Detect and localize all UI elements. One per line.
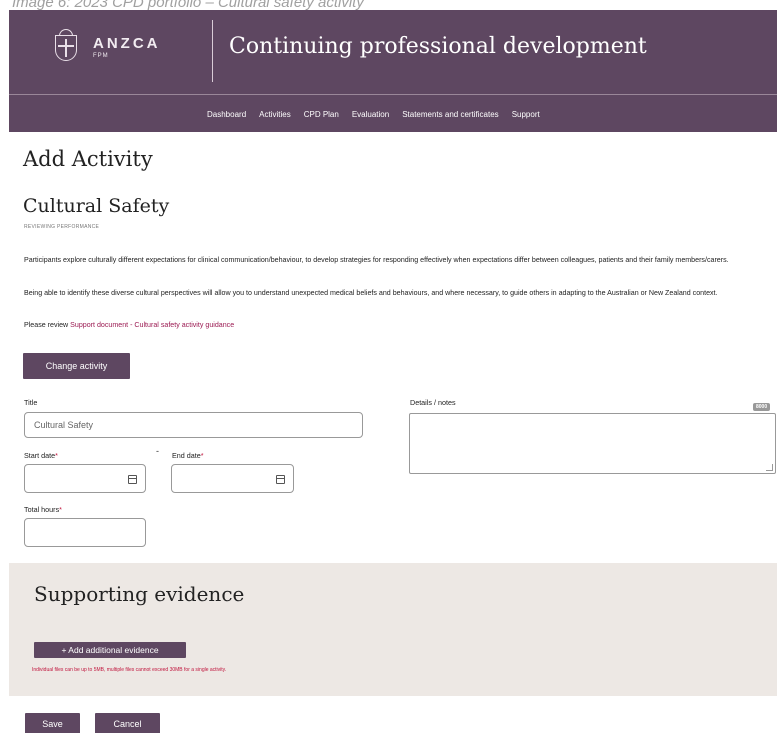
end-date-label: End date* xyxy=(172,451,204,460)
site-title: Continuing professional development xyxy=(229,34,647,59)
calendar-icon[interactable] xyxy=(276,475,285,484)
review-note: Please review Support document - Cultura… xyxy=(24,320,764,330)
nav-support[interactable]: Support xyxy=(512,110,540,119)
title-label: Title xyxy=(24,398,38,407)
start-date-label: Start date* xyxy=(24,451,58,460)
activity-description-1: Participants explore culturally differen… xyxy=(24,256,729,264)
brand-sub: FPM xyxy=(93,53,109,59)
calendar-icon[interactable] xyxy=(128,475,137,484)
nav-cpd-plan[interactable]: CPD Plan xyxy=(304,110,339,119)
header-rule xyxy=(9,94,777,95)
details-textarea[interactable] xyxy=(409,413,776,474)
nav-evaluation[interactable]: Evaluation xyxy=(352,110,389,119)
nav-dashboard[interactable]: Dashboard xyxy=(207,110,246,119)
details-label: Details / notes xyxy=(410,398,456,407)
resize-handle[interactable] xyxy=(766,464,773,471)
change-activity-button[interactable]: Change activity xyxy=(23,353,130,379)
evidence-title: Supporting evidence xyxy=(34,582,245,606)
activity-title: Cultural Safety xyxy=(23,195,170,217)
end-date-input[interactable] xyxy=(171,464,294,493)
start-date-input[interactable] xyxy=(24,464,146,493)
brand-name: ANZCA xyxy=(93,35,161,52)
anzca-logo[interactable]: ANZCA FPM xyxy=(49,28,161,68)
activity-description-2: Being able to identify these diverse cul… xyxy=(24,289,718,297)
save-button[interactable]: Save xyxy=(25,713,80,733)
title-input[interactable]: Cultural Safety xyxy=(24,412,363,438)
nav-statements[interactable]: Statements and certificates xyxy=(402,110,499,119)
total-hours-label: Total hours* xyxy=(24,505,62,514)
add-evidence-button[interactable]: + Add additional evidence xyxy=(34,642,186,658)
title-value: Cultural Safety xyxy=(34,420,94,430)
page-title: Add Activity xyxy=(23,147,153,171)
guidance-link[interactable]: Support document - Cultural safety activ… xyxy=(70,321,234,329)
anzca-crest-icon xyxy=(49,29,83,67)
header-divider xyxy=(212,20,213,82)
total-hours-input[interactable] xyxy=(24,518,146,547)
supporting-evidence-panel: Supporting evidence + Add additional evi… xyxy=(9,563,777,696)
cancel-button[interactable]: Cancel xyxy=(95,713,160,733)
review-prefix: Please review xyxy=(24,321,71,329)
character-counter: 8000 xyxy=(753,403,771,411)
file-size-note: Individual files can be up to 5MB, multi… xyxy=(32,667,227,673)
activity-category: REVIEWING PERFORMANCE xyxy=(24,224,100,230)
nav-activities[interactable]: Activities xyxy=(259,110,291,119)
main-nav: Dashboard Activities CPD Plan Evaluation… xyxy=(207,110,553,119)
date-separator: - xyxy=(156,446,159,456)
site-header: ANZCA FPM Continuing professional develo… xyxy=(9,10,777,132)
brand-text: ANZCA FPM xyxy=(93,36,161,60)
